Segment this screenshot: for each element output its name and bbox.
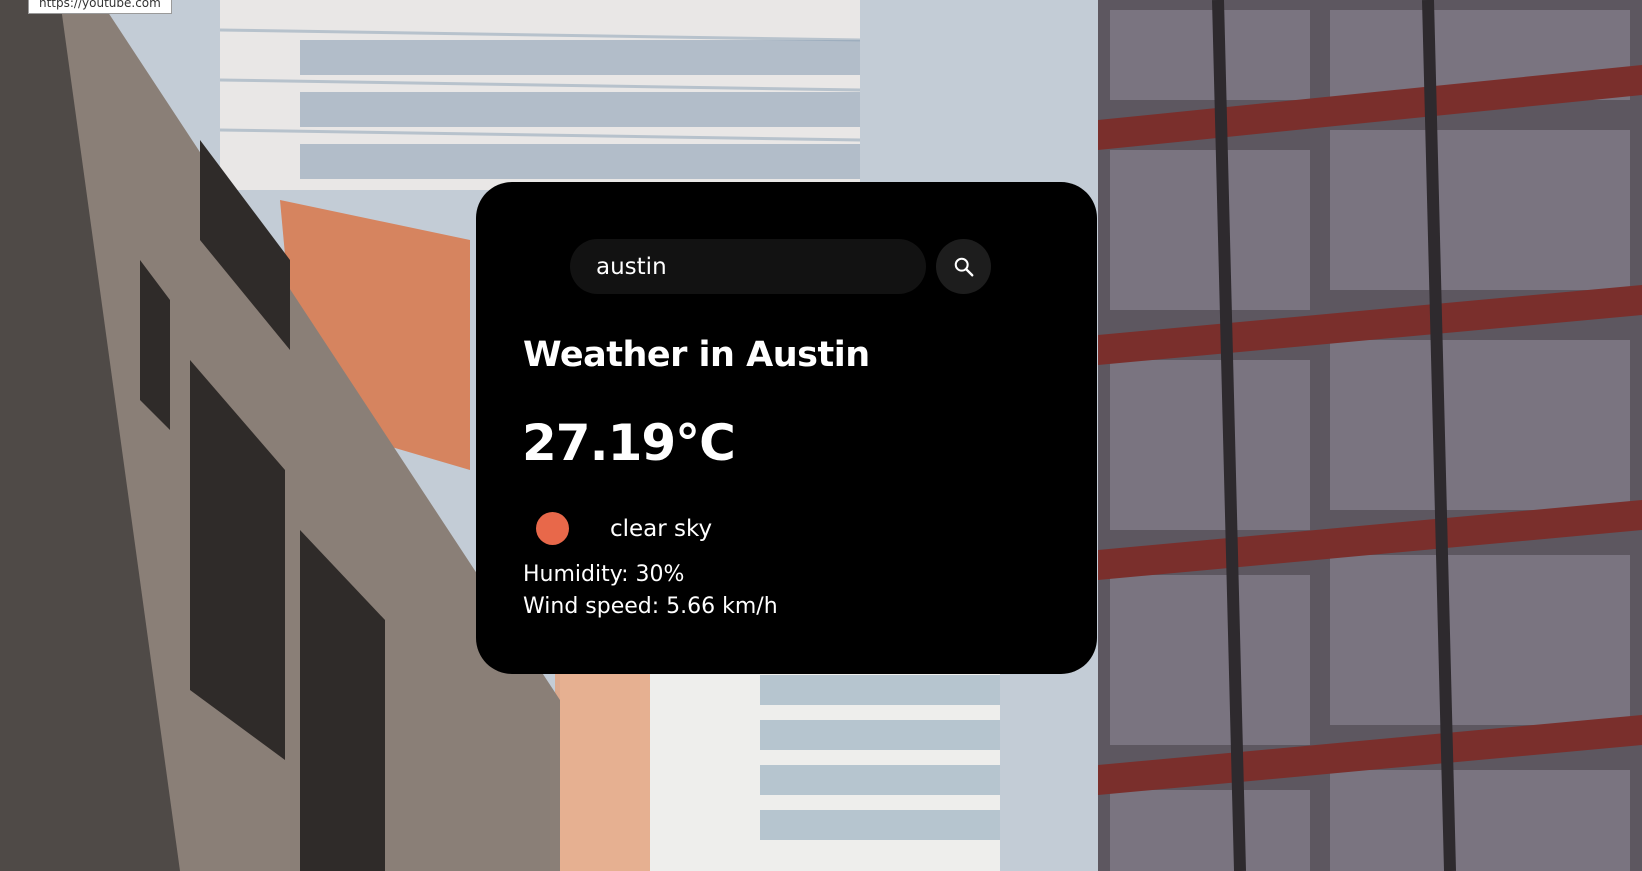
wind-speed-text: Wind speed: 5.66 km/h [523, 594, 778, 619]
sun-icon [536, 512, 569, 545]
temperature-value: 27.19°C [522, 414, 736, 472]
search-icon [954, 257, 973, 276]
humidity-text: Humidity: 30% [523, 562, 685, 587]
search-bar [570, 239, 991, 294]
weather-card: Weather in Austin 27.19°C clear sky Humi… [476, 182, 1097, 674]
city-heading: Weather in Austin [523, 335, 870, 375]
link-url-tooltip: https://youtube.com [28, 0, 172, 14]
weather-condition: clear sky [536, 512, 712, 545]
condition-description: clear sky [610, 515, 713, 542]
search-button[interactable] [936, 239, 991, 294]
city-search-input[interactable] [570, 239, 926, 294]
